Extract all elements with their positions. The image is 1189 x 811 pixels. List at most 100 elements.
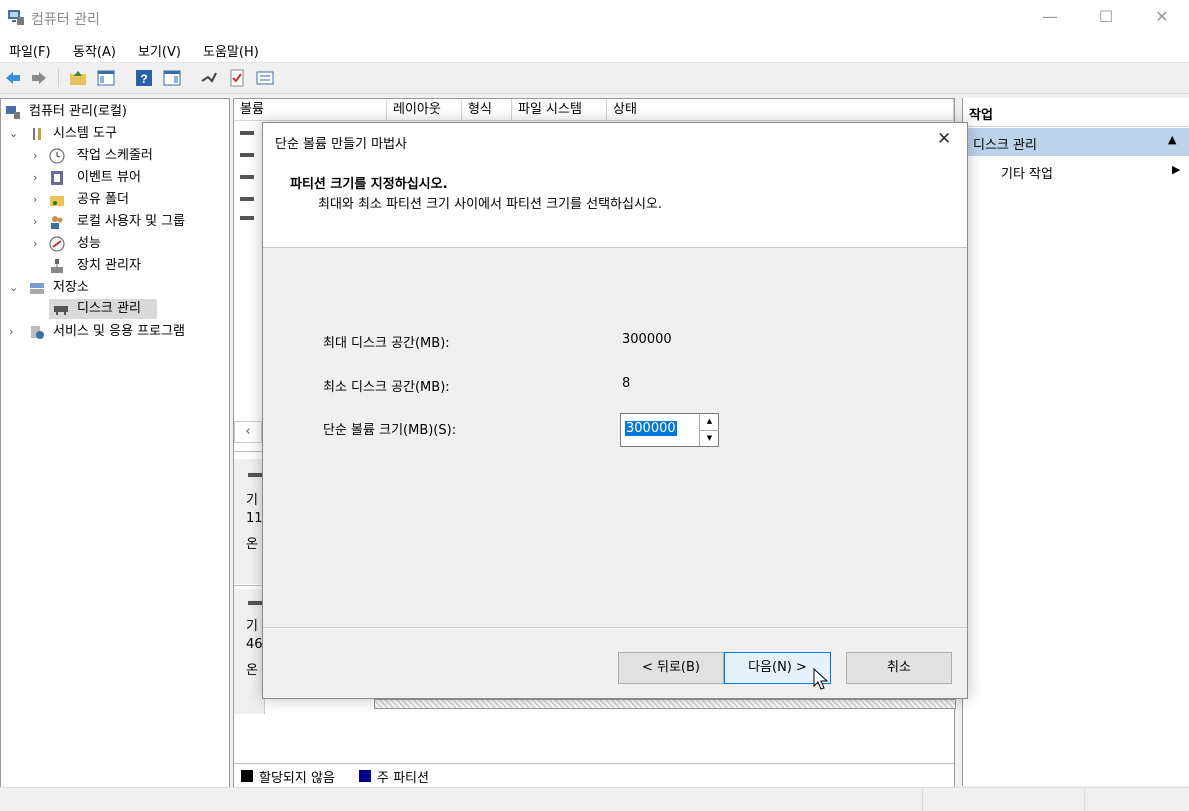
tree-label: 이벤트 뷰어: [77, 170, 141, 185]
dialog-title: 단순 볼륨 만들기 마법사: [275, 137, 407, 152]
help-icon[interactable]: ?: [135, 69, 153, 87]
status-divider: [1084, 788, 1085, 811]
clock-icon: [49, 148, 65, 164]
tree-label: 장치 관리자: [77, 258, 141, 273]
tree-label: 공유 폴더: [77, 192, 129, 207]
performance-icon: [49, 236, 65, 252]
disk-row[interactable]: 기 46 온: [234, 589, 265, 714]
column-header-file-system[interactable]: 파일 시스템: [512, 99, 607, 121]
window-title: 컴퓨터 관리: [31, 12, 100, 28]
cancel-button[interactable]: 취소: [846, 652, 952, 684]
tree-label: 시스템 도구: [53, 126, 117, 141]
actions-title: 작업: [969, 108, 993, 123]
forward-arrow-icon[interactable]: [30, 69, 48, 87]
maximize-button[interactable]: ☐: [1092, 4, 1120, 30]
disk-row[interactable]: 기 11 온: [234, 459, 265, 584]
close-button[interactable]: ✕: [1148, 4, 1176, 30]
chevron-right-icon[interactable]: ›: [33, 146, 43, 166]
footer-divider: [263, 627, 967, 628]
mouse-cursor-icon: [813, 668, 829, 690]
back-button[interactable]: < 뒤로(B): [618, 652, 724, 684]
connect-icon[interactable]: [200, 69, 218, 87]
column-header-type[interactable]: 형식: [462, 99, 512, 121]
spin-up-button[interactable]: ▲: [699, 414, 719, 431]
primary-partition-swatch: [359, 770, 371, 782]
device-manager-icon: [51, 259, 63, 273]
spin-down-button[interactable]: ▼: [699, 430, 719, 446]
computer-management-icon: [8, 10, 24, 25]
disk-status: 온: [246, 537, 258, 552]
volume-icon: [240, 153, 254, 157]
column-header-status[interactable]: 상태: [607, 99, 954, 121]
up-folder-icon[interactable]: [69, 69, 87, 87]
scroll-left-button[interactable]: ‹: [234, 421, 262, 443]
column-header-layout[interactable]: 레이아웃: [387, 99, 462, 121]
tree-label: 컴퓨터 관리(로컬): [29, 104, 127, 119]
volume-size-input[interactable]: 300000: [625, 421, 677, 436]
tree-label: 디스크 관리: [77, 301, 141, 316]
volume-icon: [240, 197, 254, 201]
navigation-tree: 컴퓨터 관리(로컬) ⌄ 시스템 도구 › 작업 스케줄러 › 이벤트 뷰어 ›…: [0, 98, 230, 788]
show-hide-tree-icon[interactable]: [97, 69, 115, 87]
volume-icon: [240, 175, 254, 179]
disk-icon: [248, 601, 262, 605]
legend-bar: 할당되지 않음 주 파티션: [234, 763, 954, 787]
max-space-label: 최대 디스크 공간(MB):: [323, 336, 450, 351]
legend-unallocated: 할당되지 않음: [259, 771, 335, 786]
chevron-down-icon[interactable]: ⌄: [9, 278, 19, 298]
wizard-subheading: 최대와 최소 파티션 크기 사이에서 파티션 크기를 선택하십시오.: [318, 197, 663, 212]
chevron-down-icon[interactable]: ⌄: [9, 124, 19, 144]
properties-icon[interactable]: [256, 69, 274, 87]
chevron-right-icon[interactable]: ›: [33, 168, 43, 188]
menu-help[interactable]: 도움말(H): [203, 41, 259, 60]
new-simple-volume-wizard: 단순 볼륨 만들기 마법사 ✕ 파티션 크기를 지정하십시오. 최대와 최소 파…: [262, 122, 968, 699]
disk-icon: [248, 473, 262, 477]
max-space-value: 300000: [622, 332, 672, 347]
volume-icon: [240, 216, 254, 220]
legend-primary: 주 파티션: [377, 771, 429, 786]
shared-folder-icon: [50, 196, 64, 206]
services-icon: [31, 326, 44, 339]
chevron-right-icon[interactable]: ›: [33, 212, 43, 232]
disk-label: 기: [246, 619, 258, 634]
actions-header: 작업: [963, 98, 1189, 127]
partition-bar[interactable]: [374, 699, 956, 709]
chevron-right-icon[interactable]: ›: [33, 190, 43, 210]
minimize-button[interactable]: —: [1036, 4, 1064, 30]
collapse-up-icon[interactable]: ▲: [1168, 133, 1176, 146]
actions-item-more[interactable]: 기타 작업 ▶: [963, 160, 1189, 184]
volume-size-stepper[interactable]: 300000 ▲ ▼: [620, 413, 719, 447]
chevron-right-icon[interactable]: ›: [9, 322, 19, 342]
disk-status: 온: [246, 663, 258, 678]
tree-label: 작업 스케줄러: [77, 148, 153, 163]
min-space-label: 최소 디스크 공간(MB):: [323, 380, 450, 395]
event-log-icon: [51, 171, 63, 185]
computer-management-icon: [6, 106, 20, 119]
actions-item-label: 기타 작업: [1001, 167, 1053, 182]
tree-item-disk-management[interactable]: 디스크 관리: [49, 299, 157, 319]
actions-group-disk-management[interactable]: 디스크 관리 ▲: [963, 128, 1189, 156]
volume-icon: [240, 131, 254, 135]
checklist-icon[interactable]: [228, 69, 246, 87]
wizard-header: 단순 볼륨 만들기 마법사 ✕ 파티션 크기를 지정하십시오. 최대와 최소 파…: [263, 123, 967, 248]
status-bar: [0, 787, 1189, 811]
menu-file[interactable]: 파일(F): [9, 41, 51, 60]
tools-icon: [33, 128, 41, 140]
menu-action[interactable]: 동작(A): [73, 41, 116, 60]
column-header-volume[interactable]: 볼륨: [234, 99, 387, 121]
title-bar: 컴퓨터 관리 — ☐ ✕: [0, 0, 1189, 36]
chevron-right-icon[interactable]: ›: [33, 234, 43, 254]
unallocated-swatch: [241, 770, 253, 782]
svg-text:?: ?: [140, 72, 147, 86]
back-arrow-icon[interactable]: [4, 69, 22, 87]
disk-size: 46: [246, 637, 263, 652]
min-space-value: 8: [622, 376, 631, 391]
status-divider: [922, 788, 923, 811]
close-button[interactable]: ✕: [937, 129, 951, 149]
tree-label: 서비스 및 응용 프로그램: [53, 324, 185, 339]
menu-bar: 파일(F) 동작(A) 보기(V) 도움말(H): [0, 36, 1189, 63]
toolbar: ?: [0, 63, 1189, 94]
menu-view[interactable]: 보기(V): [138, 41, 181, 60]
show-action-pane-icon[interactable]: [163, 69, 181, 87]
tree-label: 성능: [77, 236, 101, 251]
